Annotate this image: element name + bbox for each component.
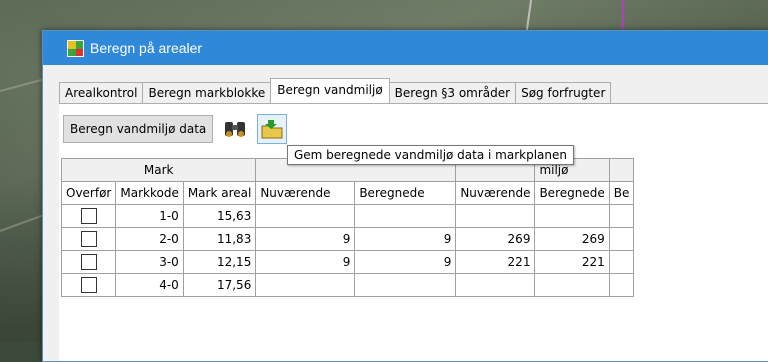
binoculars-icon — [225, 122, 246, 137]
col-beregnede-2[interactable]: Beregnede — [534, 181, 610, 205]
value-cell[interactable] — [534, 204, 610, 228]
data-grid: Mark miljø Overfør Markkode Mark areal N… — [60, 158, 635, 297]
tab-beregn-s3[interactable]: Beregn §3 områder — [388, 82, 517, 103]
areal-cell[interactable]: 11,83 — [182, 227, 257, 251]
col-markkode[interactable]: Markkode — [115, 181, 184, 205]
areal-cell[interactable]: 15,63 — [182, 204, 257, 228]
overfor-checkbox[interactable] — [60, 250, 117, 274]
value-cell[interactable] — [608, 204, 635, 228]
value-cell[interactable]: 221 — [455, 250, 536, 274]
search-button[interactable] — [221, 115, 249, 143]
app-icon — [67, 39, 84, 57]
value-cell[interactable] — [608, 227, 635, 251]
markkode-cell[interactable]: 3-0 — [115, 250, 184, 274]
folder-save-icon — [261, 120, 283, 139]
value-cell[interactable] — [354, 204, 457, 228]
value-cell[interactable] — [534, 273, 610, 297]
table-row: 1-0 15,63 — [60, 204, 635, 228]
overfor-checkbox[interactable] — [60, 273, 117, 297]
tab-strip: Arealkontrol Beregn markblokke Beregn va… — [59, 78, 612, 103]
tab-panel: Beregn vandmiljø data Mark miljø Overfør… — [59, 103, 768, 361]
value-cell[interactable] — [255, 273, 356, 297]
calc-vandmiljo-button[interactable]: Beregn vandmiljø data — [63, 115, 214, 143]
value-cell[interactable]: 9 — [354, 227, 457, 251]
calc-window: Beregn på arealer Arealkontrol Beregn ma… — [42, 30, 768, 362]
value-cell[interactable]: 221 — [534, 250, 610, 274]
tab-sog-forfrugter[interactable]: Søg forfrugter — [515, 82, 612, 103]
value-cell[interactable] — [455, 273, 536, 297]
col-nuvaerende-2[interactable]: Nuværende — [455, 181, 536, 205]
table-row: 3-0 12,15 9 9 221 221 — [60, 250, 635, 274]
value-cell[interactable]: 269 — [455, 227, 536, 251]
markkode-cell[interactable]: 4-0 — [115, 273, 184, 297]
col-mark-areal[interactable]: Mark areal — [182, 181, 257, 205]
tab-arealkontrol[interactable]: Arealkontrol — [59, 82, 144, 103]
window-title: Beregn på arealer — [90, 40, 203, 56]
overfor-checkbox[interactable] — [60, 227, 117, 251]
col-be[interactable]: Be — [608, 181, 635, 205]
title-bar[interactable]: Beregn på arealer — [43, 31, 768, 65]
overfor-checkbox[interactable] — [60, 204, 117, 228]
value-cell[interactable]: 9 — [354, 250, 457, 274]
areal-cell[interactable]: 17,56 — [182, 273, 257, 297]
col-overfor[interactable]: Overfør — [60, 181, 117, 205]
tab-beregn-markblokke[interactable]: Beregn markblokke — [142, 82, 272, 103]
areal-cell[interactable]: 12,15 — [182, 250, 257, 274]
value-cell[interactable] — [255, 204, 356, 228]
col-beregnede-1[interactable]: Beregnede — [354, 181, 457, 205]
value-cell[interactable] — [354, 273, 457, 297]
tab-beregn-vandmiljo[interactable]: Beregn vandmiljø — [270, 78, 390, 103]
col-nuvaerende-1[interactable]: Nuværende — [255, 181, 356, 205]
tooltip: Gem beregnede vandmiljø data i markplane… — [287, 145, 574, 165]
group-header-3 — [608, 158, 635, 182]
group-header-mark: Mark — [60, 158, 257, 182]
value-cell[interactable]: 9 — [255, 250, 356, 274]
save-to-markplan-button[interactable] — [257, 114, 288, 144]
table-row: 2-0 11,83 9 9 269 269 — [60, 227, 635, 251]
table-row: 4-0 17,56 — [60, 273, 635, 297]
markkode-cell[interactable]: 2-0 — [115, 227, 184, 251]
toolbar: Beregn vandmiljø data — [63, 114, 288, 144]
value-cell[interactable] — [455, 204, 536, 228]
value-cell[interactable] — [608, 273, 635, 297]
markkode-cell[interactable]: 1-0 — [115, 204, 184, 228]
value-cell[interactable] — [608, 250, 635, 274]
value-cell[interactable]: 269 — [534, 227, 610, 251]
value-cell[interactable]: 9 — [255, 227, 356, 251]
